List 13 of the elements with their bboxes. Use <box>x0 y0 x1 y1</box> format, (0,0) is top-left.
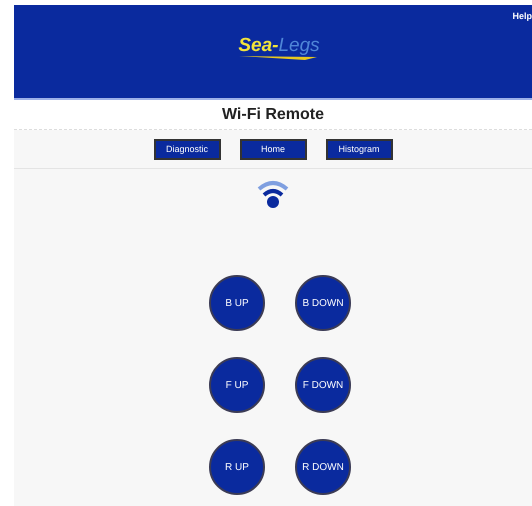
wifi-icon <box>256 179 290 209</box>
control-button[interactable]: R DOWN <box>295 439 351 495</box>
nav-button[interactable]: Diagnostic <box>154 139 220 160</box>
logo: Sea-Legs <box>238 36 320 60</box>
help-link[interactable]: Help <box>512 10 532 24</box>
nav-button[interactable]: Home <box>240 139 306 160</box>
control-button[interactable]: F UP <box>209 357 265 413</box>
control-button[interactable]: R UP <box>209 439 265 495</box>
control-button[interactable]: F DOWN <box>295 357 351 413</box>
nav-button[interactable]: Histogram <box>326 139 392 160</box>
page-title: Wi-Fi Remote <box>222 104 324 124</box>
control-button[interactable]: B UP <box>209 275 265 331</box>
control-button[interactable]: B DOWN <box>295 275 351 331</box>
